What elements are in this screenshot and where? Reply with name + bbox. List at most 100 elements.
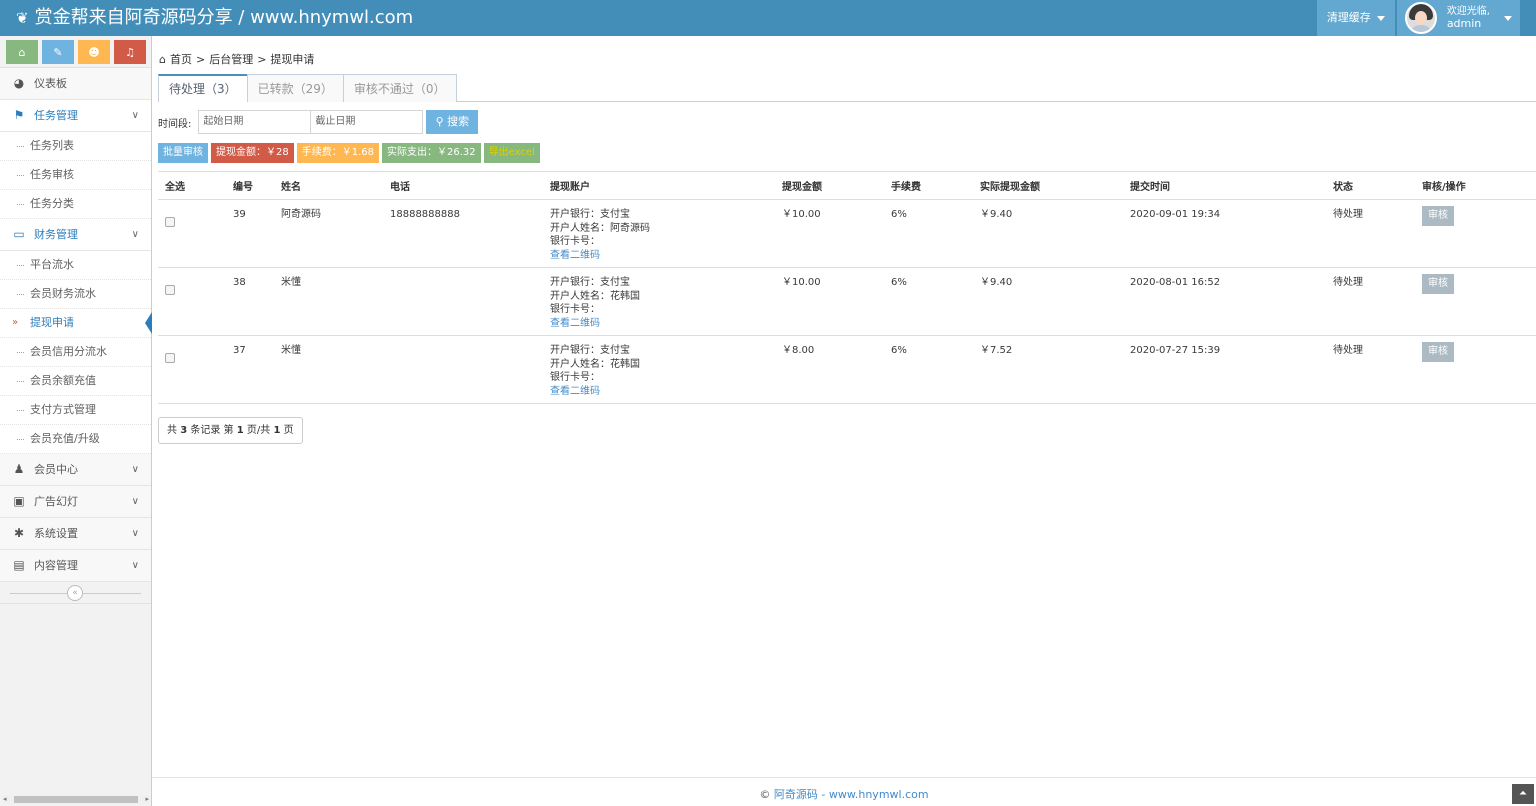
subitem-label: 任务分类 xyxy=(30,197,74,210)
subitem-label: 提现申请 xyxy=(30,316,74,329)
account-bank: 开户银行：支付宝 xyxy=(550,345,630,356)
batch-audit-button[interactable]: 批量审核 xyxy=(158,143,208,163)
sidebar-subitem-task-list[interactable]: 任务列表 xyxy=(0,132,151,161)
chevron-down-icon: ∨ xyxy=(131,560,139,571)
column-header: 提现金额 xyxy=(775,171,884,200)
select-all-header[interactable]: 全选 xyxy=(158,171,226,200)
view-qrcode-link[interactable]: 查看二维码 xyxy=(550,385,775,399)
copyright-symbol: © xyxy=(759,788,771,801)
account-card: 银行卡号： xyxy=(550,236,600,247)
pager-pages: 1 xyxy=(273,425,281,436)
task-submenu: 任务列表 任务审核 任务分类 xyxy=(0,132,151,219)
scrollbar-thumb[interactable] xyxy=(14,796,138,803)
user-menu[interactable]: 欢迎光临, admin xyxy=(1396,0,1520,36)
sidebar-subitem-member-finance-flow[interactable]: 会员财务流水 xyxy=(0,280,151,309)
pager-total: 3 xyxy=(180,425,188,436)
sidebar-item-finance-management[interactable]: ▭ 财务管理 ∨ xyxy=(0,219,151,251)
home-shortcut-button[interactable]: ⌂ xyxy=(6,40,38,64)
account-bank: 开户银行：支付宝 xyxy=(550,277,630,288)
sidebar-item-label: 仪表板 xyxy=(34,77,67,90)
view-qrcode-link[interactable]: 查看二维码 xyxy=(550,317,775,331)
sidebar-item-task-management[interactable]: ⚑ 任务管理 ∨ xyxy=(0,100,151,132)
inbox-icon: ▭ xyxy=(13,227,25,241)
breadcrumb: ⌂ 首页 > 后台管理 > 提现申请 xyxy=(159,51,318,67)
sidebar-subitem-task-category[interactable]: 任务分类 xyxy=(0,190,151,219)
scroll-top-button[interactable]: ⏶ xyxy=(1512,784,1534,804)
footer-link[interactable]: 阿奇源码 - www.hnymwl.com xyxy=(774,788,929,801)
column-header: 电话 xyxy=(383,171,543,200)
flag-icon: ⚑ xyxy=(13,108,25,122)
sidebar-item-label: 会员中心 xyxy=(34,463,78,476)
sidebar-scrollbar[interactable]: ◂ ▸ xyxy=(2,795,150,804)
subitem-label: 会员信用分流水 xyxy=(30,345,107,358)
sidebar-item-ad-slides[interactable]: ▣ 广告幻灯 ∨ xyxy=(0,486,151,518)
breadcrumb-home[interactable]: 首页 xyxy=(170,53,192,66)
main-content: ⌂ 首页 > 后台管理 > 提现申请 待处理（3） 已转款（29） 审核不通过（0） 时间… xyxy=(152,36,1536,778)
row-actual: ￥9.40 xyxy=(973,267,1123,336)
table-row: 39 阿奇源码 18888888888 开户银行：支付宝 开户人姓名：阿奇源码 … xyxy=(158,199,1536,268)
breadcrumb-current: 提现申请 xyxy=(270,53,315,66)
audit-button[interactable]: 审核 xyxy=(1422,342,1454,362)
row-checkbox[interactable] xyxy=(165,285,175,295)
withdraw-amount-badge: 提现金额：￥28 xyxy=(211,143,294,163)
sidebar-subitem-payment-methods[interactable]: 支付方式管理 xyxy=(0,396,151,425)
row-checkbox[interactable] xyxy=(165,353,175,363)
users-shortcut-button[interactable]: ☻ xyxy=(78,40,110,64)
search-button[interactable]: ⚲ 搜索 xyxy=(426,110,479,134)
sidebar-item-label: 广告幻灯 xyxy=(34,495,78,508)
sidebar-item-system-settings[interactable]: ✱ 系统设置 ∨ xyxy=(0,518,151,550)
search-icon: ⚲ xyxy=(435,115,444,128)
pager-text: 页/共 xyxy=(246,425,271,436)
brand[interactable]: ❦ 赏金帮来自阿奇源码分享 / www.hnymwl.com xyxy=(16,0,413,36)
edit-shortcut-button[interactable]: ✎ xyxy=(42,40,74,64)
end-date-input[interactable]: 截止日期 xyxy=(310,110,424,134)
chevron-down-icon: ∨ xyxy=(131,528,139,539)
sidebar-subitem-balance-recharge[interactable]: 会员余额充值 xyxy=(0,367,151,396)
sidebar-subitem-recharge-upgrade[interactable]: 会员充值/升级 xyxy=(0,425,151,454)
sidebar-item-member-center[interactable]: ♟ 会员中心 ∨ xyxy=(0,454,151,486)
actual-expense-badge: 实际支出：￥26.32 xyxy=(382,143,481,163)
users-icon: ☻ xyxy=(88,45,100,59)
sidebar-subitem-credit-flow[interactable]: 会员信用分流水 xyxy=(0,338,151,367)
audit-button[interactable]: 审核 xyxy=(1422,206,1454,226)
avatar xyxy=(1404,2,1437,34)
scroll-left-icon[interactable]: ◂ xyxy=(3,795,7,803)
sidebar-subitem-withdraw-request[interactable]: » 提现申请 xyxy=(0,309,152,338)
pagination-info: 共 3 条记录 第 1 页/共 1 页 xyxy=(158,417,303,444)
account-card: 银行卡号： xyxy=(550,372,600,383)
subitem-label: 任务审核 xyxy=(30,168,74,181)
tab-rejected[interactable]: 审核不通过（0） xyxy=(342,74,457,102)
scroll-right-icon[interactable]: ▸ xyxy=(145,795,149,803)
caret-down-icon xyxy=(1504,15,1512,21)
sidebar-subitem-platform-flow[interactable]: 平台流水 xyxy=(0,251,151,280)
sidebar-subitem-task-audit[interactable]: 任务审核 xyxy=(0,161,151,190)
export-excel-button[interactable]: 导出excel xyxy=(483,143,540,163)
date-filter: 时间段: 起始日期 截止日期 ⚲ 搜索 xyxy=(158,110,479,134)
sidebar-item-dashboard[interactable]: ◕ 仪表板 xyxy=(0,68,151,100)
chevron-down-icon: ∨ xyxy=(131,110,139,121)
pencil-icon: ✎ xyxy=(53,45,63,59)
row-phone xyxy=(383,335,543,404)
audit-button[interactable]: 审核 xyxy=(1422,274,1454,294)
bell-shortcut-button[interactable]: ♫ xyxy=(114,40,146,64)
withdraw-table: 全选 编号 姓名 电话 提现账户 提现金额 手续费 实际提现金额 提交时间 状态… xyxy=(158,171,1536,404)
tab-pending[interactable]: 待处理（3） xyxy=(158,74,248,102)
clear-cache-button[interactable]: 清理缓存 xyxy=(1316,0,1395,36)
sidebar: ⌂ ✎ ☻ ♫ ◕ 仪表板 ⚑ 任务管理 ∨ 任务列表 任务审核 任务分类 ▭ … xyxy=(0,36,152,806)
tab-transferred[interactable]: 已转款（29） xyxy=(246,74,344,102)
chevron-down-icon: ∨ xyxy=(131,229,139,240)
breadcrumb-section[interactable]: 后台管理 xyxy=(209,53,253,66)
row-amount: ￥10.00 xyxy=(775,199,884,268)
brand-title: 赏金帮来自阿奇源码分享 / www.hnymwl.com xyxy=(34,7,414,28)
row-account: 开户银行：支付宝 开户人姓名：阿奇源码 银行卡号： 查看二维码 xyxy=(543,199,775,268)
row-checkbox[interactable] xyxy=(165,217,175,227)
sidebar-item-content-management[interactable]: ▤ 内容管理 ∨ xyxy=(0,550,151,582)
shortcut-bar: ⌂ ✎ ☻ ♫ xyxy=(0,36,151,68)
subitem-label: 平台流水 xyxy=(30,258,74,271)
bell-icon: ♫ xyxy=(125,45,135,59)
collapse-sidebar-icon[interactable]: « xyxy=(67,585,83,601)
start-date-input[interactable]: 起始日期 xyxy=(198,110,312,134)
footer: © 阿奇源码 - www.hnymwl.com xyxy=(152,777,1536,806)
view-qrcode-link[interactable]: 查看二维码 xyxy=(550,249,775,263)
table-row: 38 米懂 开户银行：支付宝 开户人姓名：花韩国 银行卡号： 查看二维码 ￥10… xyxy=(158,267,1536,336)
